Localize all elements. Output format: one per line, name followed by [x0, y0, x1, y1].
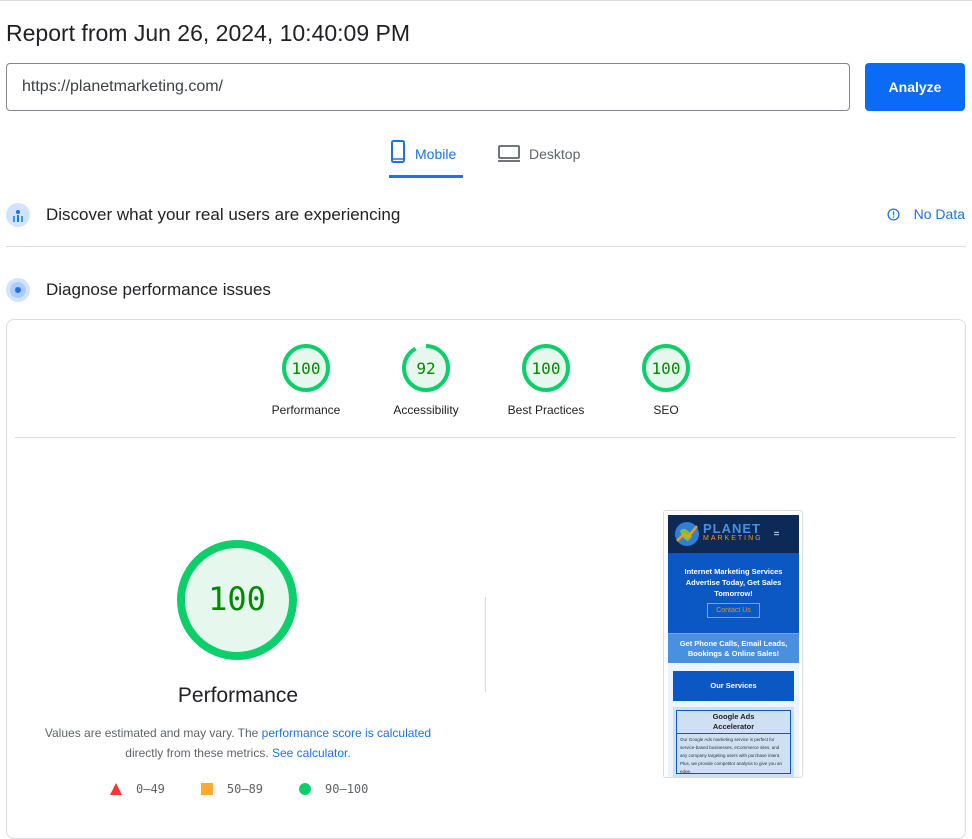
gauge-label: Best Practices	[507, 403, 585, 417]
gauge-best-practices[interactable]: 100 Best Practices	[486, 343, 606, 417]
page-screenshot: PLANET MARKETING = Internet Marketing Se…	[663, 510, 803, 778]
gauge-ring: 100	[642, 344, 690, 392]
red-triangle-icon	[110, 783, 122, 795]
service-card: Google Ads Accelerator Our Google Ads ma…	[673, 707, 794, 777]
gauge-score: 100	[532, 359, 561, 378]
gauge-score: 100	[292, 359, 321, 378]
tab-mobile-label: Mobile	[415, 146, 457, 162]
gauge-accessibility[interactable]: 92 Accessibility	[366, 343, 486, 417]
performance-gauge-score: 100	[208, 580, 266, 618]
performance-description: Values are estimated and may vary. The p…	[35, 723, 441, 763]
performance-title: Performance	[177, 684, 299, 707]
service-card-text: Our Google Ads marketing service is perf…	[676, 734, 791, 774]
radar-icon	[6, 278, 30, 302]
globe-logo-icon	[675, 522, 699, 546]
legend-average: 50–89	[200, 782, 264, 796]
legend-fail: 0–49	[110, 782, 165, 796]
band-line: Bookings & Online Sales!	[687, 649, 780, 658]
diagnose-label: Diagnose performance issues	[46, 280, 271, 299]
score-calculated-link[interactable]: performance score is calculated	[262, 726, 431, 740]
analyze-button[interactable]: Analyze	[865, 63, 965, 111]
diagnose-section: Diagnose performance issues	[6, 278, 271, 302]
tab-mobile[interactable]: Mobile	[389, 140, 463, 178]
site-hero: Internet Marketing Services Advertise To…	[668, 553, 799, 633]
menu-icon: =	[773, 528, 780, 540]
legend-fail-range: 0–49	[136, 782, 165, 796]
orange-square-icon	[200, 783, 213, 795]
vertical-divider	[485, 597, 486, 692]
gauge-ring: 100	[522, 344, 570, 392]
gauge-ring: 92	[402, 344, 450, 392]
tab-desktop-label: Desktop	[529, 146, 581, 162]
gauge-ring: 100	[282, 344, 330, 392]
report-title: Report from Jun 26, 2024, 10:40:09 PM	[6, 20, 411, 46]
contact-us-button: Contact Us	[707, 603, 760, 618]
no-data-label: No Data	[913, 206, 965, 222]
gauge-score: 100	[652, 359, 681, 378]
site-header: PLANET MARKETING =	[668, 515, 799, 553]
site-band: Get Phone Calls, Email Leads, Bookings &…	[668, 633, 799, 663]
card-title-line: Google Ads	[712, 712, 755, 721]
hero-line: Internet Marketing Services	[684, 567, 783, 576]
top-border	[0, 0, 972, 1]
brand-top: PLANET	[703, 521, 761, 536]
laptop-icon	[498, 145, 520, 162]
url-input[interactable]	[6, 63, 850, 111]
score-legend: 0–49 50–89 90–100	[110, 782, 368, 796]
discover-section: Discover what your real users are experi…	[6, 203, 400, 227]
brand-bottom: MARKETING	[703, 535, 763, 542]
our-services-block: Our Services	[673, 671, 794, 701]
score-gauges: 100 Performance 92 Accessibility 100 Bes…	[246, 343, 726, 417]
service-card-title: Google Ads Accelerator	[676, 710, 791, 734]
hero-line: Advertise Today, Get Sales	[685, 578, 782, 587]
hero-line: Tomorrow!	[714, 589, 753, 598]
legend-pass-range: 90–100	[325, 782, 369, 796]
see-calculator-link[interactable]: See calculator.	[272, 746, 351, 760]
info-icon	[887, 207, 900, 221]
band-line: Get Phone Calls, Email Leads,	[679, 639, 788, 648]
gauges-divider	[15, 437, 956, 438]
smartphone-icon	[391, 140, 405, 163]
legend-average-range: 50–89	[226, 782, 264, 796]
desc-text-2: directly from these metrics.	[125, 746, 272, 760]
no-data-link[interactable]: No Data	[887, 206, 965, 222]
gauge-performance[interactable]: 100 Performance	[246, 343, 366, 417]
section-divider	[6, 246, 966, 247]
gauge-seo[interactable]: 100 SEO	[606, 343, 726, 417]
gauge-label: Accessibility	[393, 403, 459, 417]
performance-gauge: 100	[177, 540, 297, 660]
gauge-score: 92	[416, 359, 435, 378]
desc-text: Values are estimated and may vary. The	[44, 726, 262, 740]
legend-pass: 90–100	[299, 782, 368, 796]
card-title-line: Accelerator	[712, 722, 755, 731]
users-chart-icon	[6, 203, 30, 227]
discover-label: Discover what your real users are experi…	[46, 205, 401, 224]
gauge-label: Performance	[271, 403, 341, 417]
tab-desktop[interactable]: Desktop	[497, 140, 580, 178]
green-circle-icon	[299, 783, 312, 795]
gauge-label: SEO	[653, 403, 679, 417]
